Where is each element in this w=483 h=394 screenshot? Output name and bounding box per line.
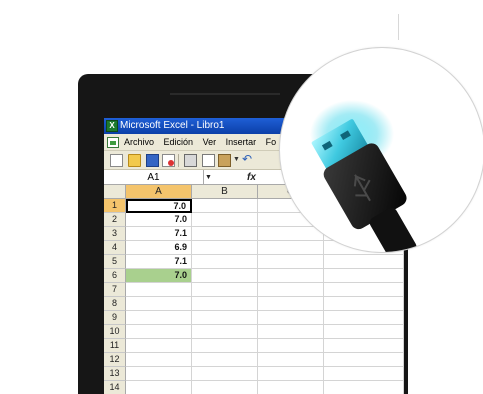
row-header-9[interactable]: 9 — [104, 311, 126, 325]
cell-b8[interactable] — [192, 297, 258, 311]
select-all-corner[interactable] — [104, 185, 126, 199]
row-header-14[interactable]: 14 — [104, 381, 126, 394]
toolbar-separator — [178, 154, 179, 167]
row-header-11[interactable]: 11 — [104, 339, 126, 353]
cell-b2[interactable] — [192, 213, 258, 227]
cell-b6[interactable] — [192, 269, 258, 283]
cell-b11[interactable] — [192, 339, 258, 353]
cell-b3[interactable] — [192, 227, 258, 241]
usb-magnifier-inset — [279, 47, 483, 253]
open-folder-icon[interactable] — [128, 154, 141, 167]
cell-a3[interactable]: 7.1 — [126, 227, 192, 241]
window-title: Microsoft Excel - Libro1 — [120, 120, 225, 131]
row-header-6[interactable]: 6 — [104, 269, 126, 283]
cell-c12[interactable] — [258, 353, 324, 367]
cell-d6[interactable] — [324, 269, 404, 283]
cell-a4[interactable]: 6.9 — [126, 241, 192, 255]
cell-b13[interactable] — [192, 367, 258, 381]
cell-a10[interactable] — [126, 325, 192, 339]
cell-c11[interactable] — [258, 339, 324, 353]
cell-c13[interactable] — [258, 367, 324, 381]
cell-a9[interactable] — [126, 311, 192, 325]
row-header-7[interactable]: 7 — [104, 283, 126, 297]
save-icon[interactable] — [146, 154, 159, 167]
cell-c5[interactable] — [258, 255, 324, 269]
new-document-icon[interactable] — [110, 154, 123, 167]
menu-edicion[interactable]: Edición — [164, 134, 194, 151]
cell-a2[interactable]: 7.0 — [126, 213, 192, 227]
cell-b10[interactable] — [192, 325, 258, 339]
name-box-dropdown-icon[interactable]: ▼ — [205, 171, 212, 184]
print-icon[interactable] — [184, 154, 197, 167]
column-header-b[interactable]: B — [192, 185, 258, 199]
row-header-5[interactable]: 5 — [104, 255, 126, 269]
row-header-12[interactable]: 12 — [104, 353, 126, 367]
usb-plug-icon — [310, 100, 417, 252]
cell-a7[interactable] — [126, 283, 192, 297]
cell-d11[interactable] — [324, 339, 404, 353]
cell-c6[interactable] — [258, 269, 324, 283]
cell-c7[interactable] — [258, 283, 324, 297]
cell-a8[interactable] — [126, 297, 192, 311]
cell-a5[interactable]: 7.1 — [126, 255, 192, 269]
row-header-8[interactable]: 8 — [104, 297, 126, 311]
cell-b12[interactable] — [192, 353, 258, 367]
cell-d9[interactable] — [324, 311, 404, 325]
cell-b7[interactable] — [192, 283, 258, 297]
row-header-3[interactable]: 3 — [104, 227, 126, 241]
menu-archivo[interactable]: Archivo — [124, 134, 154, 151]
cell-c9[interactable] — [258, 311, 324, 325]
cell-b9[interactable] — [192, 311, 258, 325]
paste-icon[interactable] — [218, 154, 231, 167]
cell-d7[interactable] — [324, 283, 404, 297]
cell-d5[interactable] — [324, 255, 404, 269]
cell-a11[interactable] — [126, 339, 192, 353]
name-box[interactable]: A1 — [104, 170, 204, 185]
row-header-10[interactable]: 10 — [104, 325, 126, 339]
cell-a12[interactable] — [126, 353, 192, 367]
menu-insertar[interactable]: Insertar — [226, 134, 257, 151]
fx-icon[interactable]: fx — [247, 170, 256, 185]
workbook-icon[interactable] — [107, 137, 119, 148]
cell-b4[interactable] — [192, 241, 258, 255]
cell-c14[interactable] — [258, 381, 324, 394]
row-header-4[interactable]: 4 — [104, 241, 126, 255]
decorative-divider — [398, 14, 399, 40]
row-header-1[interactable]: 1 — [104, 199, 126, 213]
cell-b5[interactable] — [192, 255, 258, 269]
menu-ver[interactable]: Ver — [203, 134, 217, 151]
cell-a6[interactable]: 7.0 — [126, 269, 192, 283]
row-header-13[interactable]: 13 — [104, 367, 126, 381]
column-header-a[interactable]: A — [126, 185, 192, 199]
cell-a14[interactable] — [126, 381, 192, 394]
cell-b1[interactable] — [192, 199, 258, 213]
cell-d8[interactable] — [324, 297, 404, 311]
print-preview-icon[interactable] — [202, 154, 215, 167]
cell-d10[interactable] — [324, 325, 404, 339]
menu-formato[interactable]: Fo — [266, 134, 277, 151]
row-header-2[interactable]: 2 — [104, 213, 126, 227]
cell-a13[interactable] — [126, 367, 192, 381]
cell-c8[interactable] — [258, 297, 324, 311]
cell-d14[interactable] — [324, 381, 404, 394]
permission-icon[interactable] — [162, 154, 175, 167]
cell-d13[interactable] — [324, 367, 404, 381]
excel-app-icon: X — [106, 120, 118, 132]
cell-a1[interactable]: 7.0 — [126, 199, 192, 213]
chevron-down-icon[interactable]: ▼ — [233, 156, 240, 163]
cell-d12[interactable] — [324, 353, 404, 367]
undo-icon[interactable]: ↶ — [242, 152, 252, 166]
cell-b14[interactable] — [192, 381, 258, 394]
monitor-top-line — [170, 93, 280, 95]
cell-c10[interactable] — [258, 325, 324, 339]
